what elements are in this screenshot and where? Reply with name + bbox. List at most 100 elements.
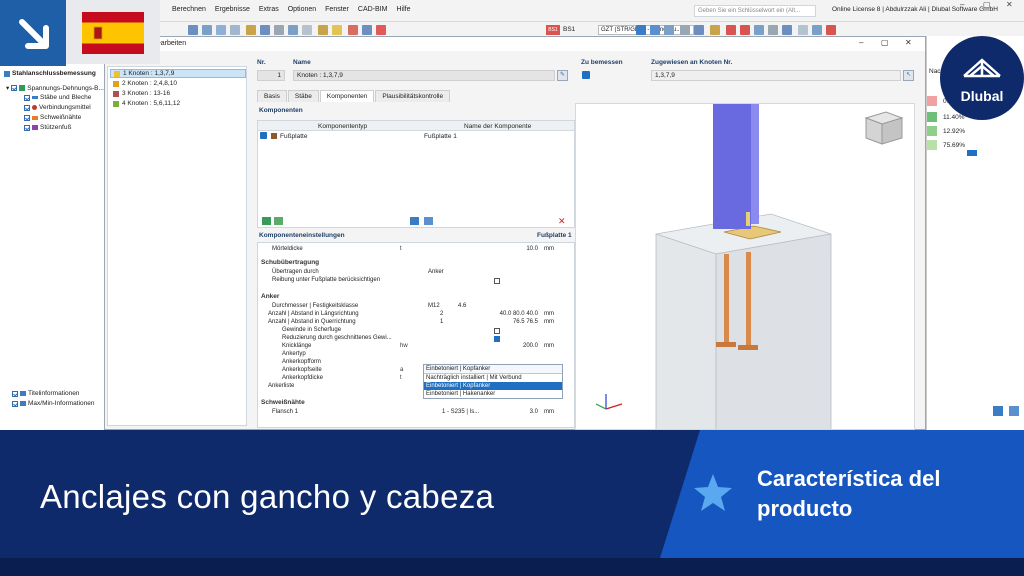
close-icon[interactable]: ✕ — [905, 38, 912, 47]
maximize-icon[interactable]: ▢ — [983, 0, 991, 9]
tool-icon[interactable] — [362, 25, 372, 35]
minimize-icon[interactable]: – — [960, 0, 964, 9]
dialog-tabs: Basis Stäbe Komponenten Plausibilitätsko… — [257, 90, 451, 102]
tree-checkbox[interactable] — [24, 124, 30, 131]
delete-icon[interactable]: ✕ — [558, 216, 566, 227]
menu-item[interactable]: Ergebnisse — [215, 6, 250, 13]
dropdown-current[interactable]: Einbetoniert | Kopfanker — [424, 365, 562, 374]
tab-plausibility[interactable]: Plausibilitätskontrolle — [375, 90, 451, 102]
tree-checkbox[interactable] — [11, 85, 18, 91]
edit-icon[interactable]: ✎ — [557, 70, 568, 81]
maximize-icon[interactable]: ▢ — [881, 38, 889, 47]
tool-icon[interactable] — [274, 25, 284, 35]
copy-icon[interactable] — [274, 217, 283, 225]
tab-basis[interactable]: Basis — [257, 90, 287, 102]
anchor-type-dropdown[interactable]: Einbetoniert | Kopfanker Nachträglich in… — [423, 364, 563, 399]
panel-tool-icon[interactable] — [993, 406, 1003, 416]
group-welds[interactable]: Schweißnähte — [261, 399, 305, 406]
settings-row: Anzahl | Abstand in Längsrichtung 2 40.0… — [268, 311, 554, 317]
tree-item[interactable]: Stützenfuß — [24, 124, 71, 131]
slider-handle[interactable] — [967, 150, 977, 156]
list-item[interactable]: 2 Knoten : 2,4,8,10 — [110, 79, 246, 88]
view-icon[interactable] — [726, 25, 736, 35]
tool-icon[interactable] — [188, 25, 198, 35]
tree-checkbox[interactable] — [12, 390, 18, 397]
search-input[interactable]: Geben Sie ein Schlüsselwort ein (Alt... — [694, 5, 816, 17]
view-icon[interactable] — [782, 25, 792, 35]
tree-item[interactable]: Schweißnähte — [24, 114, 81, 121]
list-item[interactable]: 4 Knoten : 5,6,11,12 — [110, 99, 246, 108]
view-icon[interactable] — [798, 25, 808, 35]
tree-item[interactable]: Titelinformationen — [12, 390, 79, 397]
tree-checkbox[interactable] — [24, 114, 30, 121]
tool-icon[interactable] — [332, 25, 342, 35]
tree-checkbox[interactable] — [24, 94, 30, 101]
tree-root[interactable]: Stahlanschlussbemessung — [4, 70, 96, 77]
tool-icon[interactable] — [260, 25, 270, 35]
list-item[interactable]: 3 Knoten : 13-16 — [110, 89, 246, 98]
menu-item[interactable]: Fenster — [325, 6, 349, 13]
model-3d-view[interactable] — [575, 103, 915, 430]
view-icon[interactable] — [826, 25, 836, 35]
view-icon[interactable] — [740, 25, 750, 35]
view-icon[interactable] — [710, 25, 720, 35]
list-item[interactable]: 1 Knoten : 1,3,7,9 — [110, 69, 246, 78]
collapse-icon[interactable]: ▾ — [6, 84, 9, 92]
pick-node-icon[interactable]: ↖ — [903, 70, 914, 81]
tab-komponenten[interactable]: Komponenten — [319, 90, 375, 102]
view-icon[interactable] — [768, 25, 778, 35]
view-icon[interactable] — [650, 25, 660, 35]
dropdown-option[interactable]: Einbetoniert | Kopfanker — [424, 382, 562, 390]
thread-checkbox[interactable] — [494, 328, 500, 334]
view-icon[interactable] — [664, 25, 674, 35]
menu-item[interactable]: Hilfe — [396, 6, 410, 13]
minimize-icon[interactable]: – — [859, 38, 863, 47]
tool-icon[interactable] — [288, 25, 298, 35]
friction-checkbox[interactable] — [494, 278, 500, 284]
tool-icon[interactable] — [376, 25, 386, 35]
reduction-checkbox[interactable] — [494, 336, 500, 342]
tool-icon[interactable] — [302, 25, 312, 35]
group-shear-transfer[interactable]: Schubübertragung — [261, 259, 319, 266]
menu-item[interactable]: Extras — [259, 6, 279, 13]
name-field[interactable]: Knoten : 1,3,7,9 — [293, 70, 555, 81]
weld-icon — [32, 115, 38, 120]
settings-row: Knicklänge hw 200.0 mm — [282, 343, 554, 349]
library-icon[interactable] — [424, 217, 433, 225]
menu-item[interactable]: CAD-BIM — [358, 6, 388, 13]
tree-checkbox[interactable] — [12, 400, 18, 407]
tree-item[interactable]: Max/Min-Informationen — [12, 400, 94, 407]
view-icon[interactable] — [694, 25, 704, 35]
close-icon[interactable]: ✕ — [1006, 0, 1013, 9]
group-anchor[interactable]: Anker — [261, 293, 279, 300]
design-checkbox[interactable] — [582, 71, 590, 79]
tool-icon[interactable] — [318, 25, 328, 35]
row-checkbox[interactable] — [260, 132, 267, 139]
tool-icon[interactable] — [348, 25, 358, 35]
add-icon[interactable] — [262, 217, 271, 225]
tool-icon[interactable] — [216, 25, 226, 35]
view-icon[interactable] — [754, 25, 764, 35]
table-row[interactable]: Fußplatte Fußplatte 1 — [258, 131, 574, 141]
view-icon[interactable] — [812, 25, 822, 35]
tree-group[interactable]: ▾ Spannungs-Dehnungs-B... — [6, 84, 104, 93]
panel-tool-icon[interactable] — [1009, 406, 1019, 416]
tree-item[interactable]: Stäbe und Bleche — [24, 94, 91, 101]
nav-cube-icon[interactable] — [864, 111, 904, 145]
tree-checkbox[interactable] — [24, 104, 30, 111]
move-icon[interactable] — [410, 217, 419, 225]
menu-item[interactable]: Berechnen — [172, 6, 206, 13]
nr-field[interactable]: 1 — [257, 70, 285, 81]
view-icon[interactable] — [636, 25, 646, 35]
tool-icon[interactable] — [246, 25, 256, 35]
tool-icon[interactable] — [202, 25, 212, 35]
dropdown-option[interactable]: Nachträglich installiert | Mit Verbund — [424, 374, 562, 382]
tree-item[interactable]: Verbindungsmittel — [24, 104, 91, 111]
menu-item[interactable]: Optionen — [288, 6, 316, 13]
view-icon[interactable] — [680, 25, 690, 35]
tool-icon[interactable] — [230, 25, 240, 35]
settings-row: Übertragen durch Anker — [272, 269, 444, 275]
assigned-field[interactable]: 1,3,7,9 — [651, 70, 901, 81]
tab-staebe[interactable]: Stäbe — [287, 90, 319, 102]
dropdown-option[interactable]: Einbetoniert | Hakenanker — [424, 390, 562, 398]
